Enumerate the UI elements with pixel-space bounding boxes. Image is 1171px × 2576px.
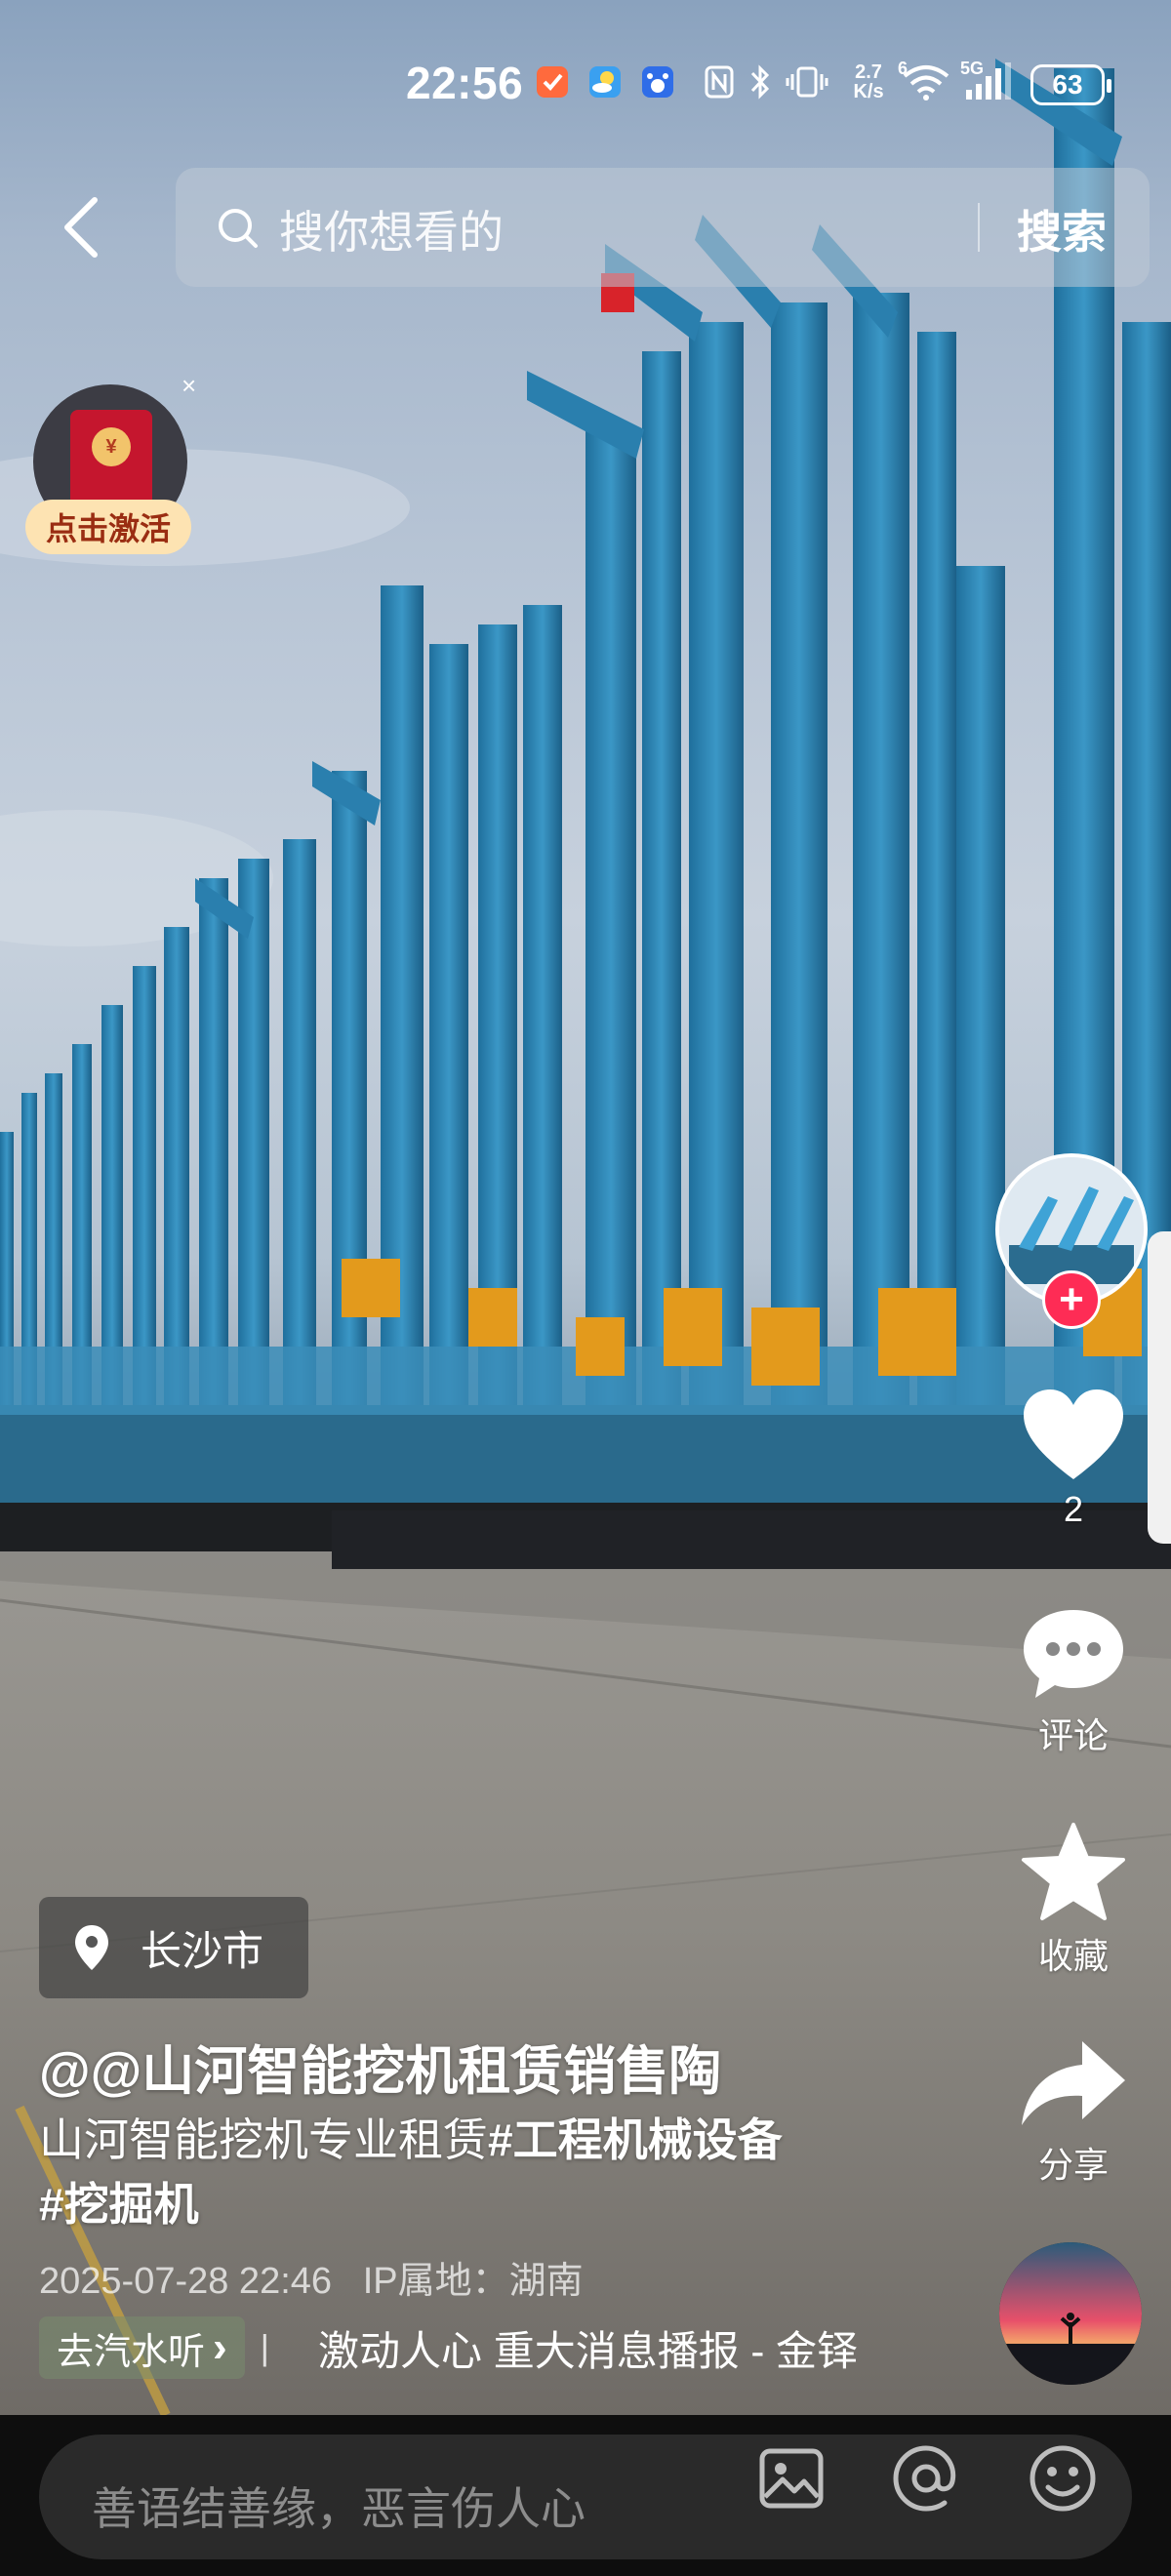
signal-icon: 5G [960,59,1013,103]
battery-icon: 63 [1030,64,1111,105]
listen-in-qishui-button[interactable]: 去汽水听 › [39,2316,245,2379]
vibrate-icon [785,60,829,103]
red-packet-widget[interactable]: ¥ 点击激活 × [25,371,197,558]
music-title[interactable]: 激动人心 重大消息播报 - 金铎 [318,2318,865,2378]
like-count: 2 [1063,1489,1084,1529]
mention-button[interactable] [892,2444,960,2513]
share-label: 分享 [1037,2145,1109,2185]
location-chip[interactable]: 长沙市 [39,1897,308,1998]
network-speed-unit: K/s [853,81,884,102]
comment-button[interactable]: 评论 [1005,1604,1142,1758]
weather-app-icon [586,60,625,103]
back-icon [64,197,98,258]
post-meta: 2025-07-28 22:46 IP属地：湖南 [39,2250,584,2304]
baidu-app-icon [638,60,677,103]
at-icon [893,2445,956,2512]
signal-label: 5G [960,59,985,78]
red-packet-close-button[interactable]: × [182,371,196,401]
star-icon [1022,1823,1125,1920]
network-speed: 2.7 K/s [847,60,890,103]
status-time: 22:56 [406,58,524,108]
network-speed-value: 2.7 [855,61,882,83]
post-ip-location: IP属地：湖南 [362,2261,584,2302]
bluetooth-icon [746,60,775,103]
search-button[interactable]: 搜索 [1017,197,1107,262]
favorite-label: 收藏 [1037,1936,1109,1976]
listen-label: 去汽水听 [57,2331,206,2373]
comment-placeholder: 善语结善缘，恶言伤人心 [92,2483,586,2534]
search-bar[interactable]: 搜你想看的 搜索 [176,168,1150,287]
caption-text: 山河智能挖机专业租赁 [39,2114,488,2165]
music-disc[interactable] [999,2242,1142,2385]
heart-icon [1024,1389,1123,1479]
post-datetime: 2025-07-28 22:46 [39,2261,333,2302]
search-divider [978,203,980,252]
hashtag-link[interactable]: #挖掘机 [39,2179,199,2230]
favorite-button[interactable]: 收藏 [1005,1821,1142,1979]
hashtag-link[interactable]: #工程机械设备 [488,2114,783,2165]
follow-button[interactable]: + [1042,1270,1101,1329]
comment-bar: 善语结善缘，恶言伤人心 [0,2415,1171,2576]
coin-icon: ¥ [92,427,131,466]
comment-input[interactable]: 善语结善缘，恶言伤人心 [39,2435,1132,2559]
comment-icon [1024,1610,1123,1698]
music-row: 去汽水听 › | 激动人心 重大消息播报 - 金铎 [39,2316,865,2379]
emoji-icon [1030,2445,1096,2512]
status-bar: 22:56 2.7 K/s 6 5G 63 [0,49,1171,127]
wifi-badge: 6 [898,59,909,78]
search-icon [219,209,258,248]
location-text: 长沙市 [141,1927,264,1974]
back-button[interactable] [57,193,105,262]
share-icon [1022,2041,1125,2125]
nfc-icon [703,60,736,103]
like-button[interactable]: 2 [1005,1386,1142,1530]
image-icon [759,2448,824,2509]
wifi-icon: 6 [898,59,954,103]
post-caption: 山河智能挖机专业租赁#工程机械设备 #挖掘机 [39,2108,917,2236]
search-input[interactable]: 搜你想看的 [279,197,504,262]
emoji-button[interactable] [1029,2444,1097,2513]
music-separator: | [260,2327,270,2367]
location-pin-icon [75,1925,108,1970]
share-button[interactable]: 分享 [1005,2037,1142,2188]
app-notification-icon [533,60,572,103]
comment-label: 评论 [1037,1715,1109,1755]
music-disc-image [999,2242,1142,2385]
author-name[interactable]: @@山河智能挖机租赁销售陶 [39,2028,721,2105]
image-picker-button[interactable] [757,2444,826,2513]
side-drawer-handle[interactable] [1148,1231,1171,1544]
red-packet-label[interactable]: 点击激活 [25,500,191,554]
chevron-right-icon: › [213,2323,227,2371]
